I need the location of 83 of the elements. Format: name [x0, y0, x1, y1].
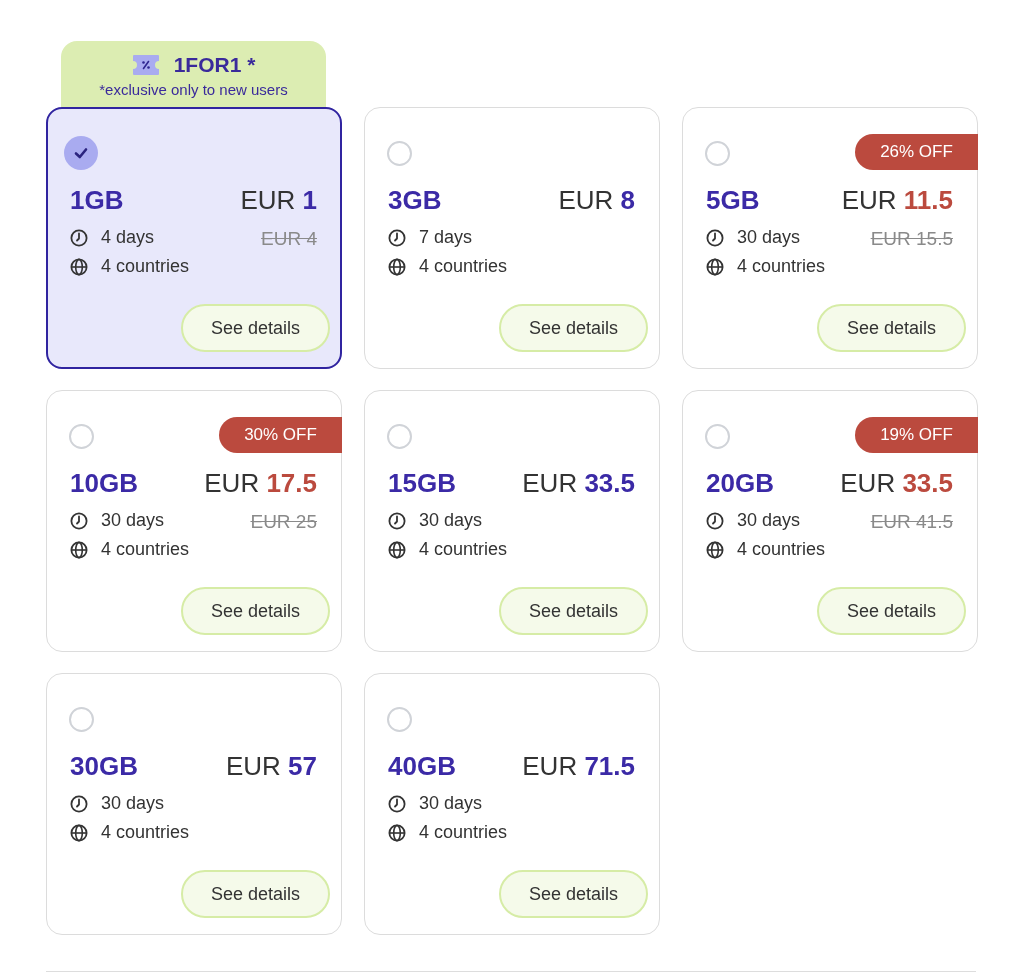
plan-card[interactable]: 1GB EUR 1 4 days 4 countries EUR 4 See details — [46, 107, 342, 369]
radio-button[interactable] — [68, 706, 94, 732]
duration-text: 30 days — [101, 509, 165, 532]
see-details-button[interactable]: See details — [499, 870, 648, 918]
coverage-text: 4 countries — [101, 821, 190, 844]
duration-text: 30 days — [419, 509, 483, 532]
promo-note: *exclusive only to new users — [99, 81, 288, 99]
coverage-text: 4 countries — [737, 255, 826, 278]
globe-icon — [388, 823, 406, 842]
plan-price: EUR 17.5 — [204, 468, 317, 498]
old-price: EUR 41.5 — [870, 510, 953, 534]
ticket-icon — [131, 54, 160, 76]
plan-data: 20GB — [706, 468, 774, 498]
plan-price: EUR 8 — [558, 185, 635, 215]
plan-price: EUR 57 — [225, 751, 317, 781]
plan-price: EUR 33.5 — [840, 468, 953, 498]
radio-button[interactable] — [386, 706, 412, 732]
promo-code: 1FOR1 * — [173, 53, 256, 77]
coverage-text: 4 countries — [419, 821, 508, 844]
clock-icon — [388, 794, 406, 813]
globe-icon — [388, 540, 406, 559]
discount-badge: 26% OFF — [855, 134, 978, 170]
see-details-button[interactable]: See details — [499, 587, 648, 635]
old-price: EUR 4 — [261, 227, 317, 251]
clock-icon — [70, 511, 88, 530]
coverage-text: 4 countries — [737, 538, 826, 561]
plan-data: 10GB — [70, 468, 138, 498]
plan-price: EUR 33.5 — [522, 468, 635, 498]
discount-badge: 19% OFF — [855, 417, 978, 453]
duration-text: 4 days — [101, 226, 155, 249]
see-details-button[interactable]: See details — [817, 587, 966, 635]
plan-card[interactable]: 40GB EUR 71.5 30 days 4 countries See details — [364, 673, 660, 935]
clock-icon — [388, 511, 406, 530]
plan-card[interactable]: 3GB EUR 8 7 days 4 countries See details — [364, 107, 660, 369]
clock-icon — [70, 228, 88, 247]
plan-data: 5GB — [706, 185, 760, 215]
clock-icon — [388, 228, 406, 247]
globe-icon — [70, 540, 88, 559]
see-details-button[interactable]: See details — [181, 587, 330, 635]
see-details-button[interactable]: See details — [817, 304, 966, 352]
see-details-button[interactable]: See details — [181, 870, 330, 918]
clock-icon — [706, 511, 724, 530]
plan-data: 15GB — [388, 468, 456, 498]
plan-card[interactable]: 30GB EUR 57 30 days 4 countries See details — [46, 673, 342, 935]
clock-icon — [706, 228, 724, 247]
coverage-text: 4 countries — [419, 538, 508, 561]
check-icon — [74, 146, 88, 160]
discount-badge: 30% OFF — [219, 417, 342, 453]
plan-data: 30GB — [70, 751, 138, 781]
coverage-text: 4 countries — [419, 255, 508, 278]
radio-button[interactable] — [386, 423, 412, 449]
duration-text: 30 days — [101, 792, 165, 815]
see-details-button[interactable]: See details — [181, 304, 330, 352]
globe-icon — [706, 540, 724, 559]
radio-button[interactable] — [704, 140, 730, 166]
radio-button[interactable] — [68, 423, 94, 449]
old-price: EUR 25 — [250, 510, 317, 534]
clock-icon — [70, 794, 88, 813]
plan-card[interactable]: 19% OFF 20GB EUR 33.5 30 days 4 countries EUR 41.5 See details — [682, 390, 978, 652]
coverage-text: 4 countries — [101, 538, 190, 561]
radio-button[interactable] — [386, 140, 412, 166]
duration-text: 30 days — [737, 226, 801, 249]
old-price: EUR 15.5 — [870, 227, 953, 251]
duration-text: 30 days — [419, 792, 483, 815]
globe-icon — [70, 257, 88, 276]
duration-text: 7 days — [419, 226, 473, 249]
plan-data: 40GB — [388, 751, 456, 781]
globe-icon — [70, 823, 88, 842]
plan-card[interactable]: 30% OFF 10GB EUR 17.5 30 days 4 countries EUR 25 See details — [46, 390, 342, 652]
see-details-button[interactable]: See details — [499, 304, 648, 352]
coverage-text: 4 countries — [101, 255, 190, 278]
duration-text: 30 days — [737, 509, 801, 532]
radio-button[interactable] — [64, 136, 98, 170]
plan-card[interactable]: 15GB EUR 33.5 30 days 4 countries See details — [364, 390, 660, 652]
globe-icon — [388, 257, 406, 276]
plan-price: EUR 11.5 — [841, 185, 953, 215]
radio-button[interactable] — [704, 423, 730, 449]
globe-icon — [706, 257, 724, 276]
plan-price: EUR 1 — [240, 185, 317, 215]
plan-price: EUR 71.5 — [522, 751, 635, 781]
plan-data: 1GB — [70, 185, 124, 215]
plan-data: 3GB — [388, 185, 442, 215]
plan-card[interactable]: 26% OFF 5GB EUR 11.5 30 days 4 countries EUR 15.5 See details — [682, 107, 978, 369]
